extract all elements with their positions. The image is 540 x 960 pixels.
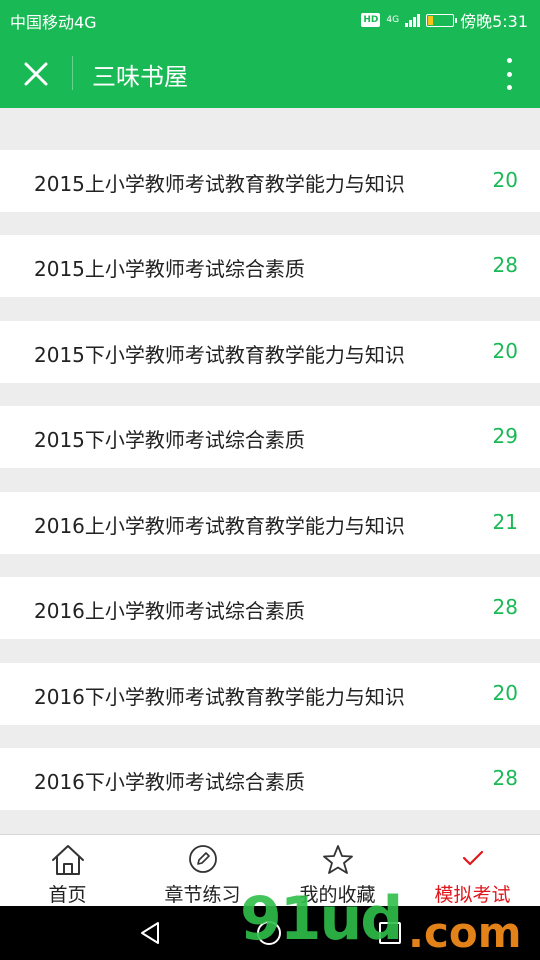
tab-label: 首页: [48, 884, 87, 906]
exam-name: 2015上小学教师考试综合素质: [34, 257, 305, 281]
question-count: 28: [492, 595, 518, 619]
question-count: 29: [492, 424, 518, 448]
question-count: 28: [492, 253, 518, 277]
more-button[interactable]: [502, 56, 516, 92]
close-button[interactable]: [18, 56, 54, 92]
tab-label: 我的收藏: [299, 884, 376, 906]
header-divider: [72, 56, 73, 90]
exam-name: 2016下小学教师考试综合素质: [34, 770, 305, 794]
exam-name: 2015下小学教师考试教育教学能力与知识: [34, 343, 405, 367]
star-icon: [322, 845, 353, 874]
question-count: 20: [492, 168, 518, 192]
hd-icon: HD: [361, 13, 381, 27]
status-icons: HD 4G 傍晚5:31: [361, 8, 528, 32]
bottom-tab-bar: 首页 章节练习 我的收藏 模拟考试: [0, 834, 540, 906]
battery-icon: [426, 13, 458, 27]
tab-my-favorites[interactable]: 我的收藏: [270, 835, 405, 906]
tab-chapter-practice[interactable]: 章节练习: [135, 835, 270, 906]
exam-name: 2016下小学教师考试教育教学能力与知识: [34, 685, 405, 709]
exam-name: 2016上小学教师考试教育教学能力与知识: [34, 514, 405, 538]
exam-name: 2015上小学教师考试教育教学能力与知识: [34, 172, 405, 196]
list-item[interactable]: 2016下小学教师考试综合素质 28: [0, 748, 540, 810]
exam-name: 2015下小学教师考试综合素质: [34, 428, 305, 452]
question-count: 21: [492, 510, 518, 534]
exam-list: 2015上小学教师考试教育教学能力与知识 20 2015上小学教师考试综合素质 …: [0, 108, 540, 834]
signal-icon: [405, 13, 421, 27]
tab-home[interactable]: 首页: [0, 835, 135, 906]
tab-label: 章节练习: [164, 884, 241, 906]
exam-name: 2016上小学教师考试综合素质: [34, 599, 305, 623]
home-nav-icon[interactable]: [256, 920, 282, 946]
list-item[interactable]: 2015下小学教师考试教育教学能力与知识 20: [0, 321, 540, 383]
clock: 傍晚5:31: [460, 12, 528, 31]
back-icon[interactable]: [138, 920, 162, 946]
app-header: 三味书屋: [0, 38, 540, 108]
list-item[interactable]: 2015上小学教师考试综合素质 28: [0, 235, 540, 297]
question-count: 20: [492, 681, 518, 705]
list-item[interactable]: 2016上小学教师考试综合素质 28: [0, 577, 540, 639]
tab-mock-exam[interactable]: 模拟考试: [405, 835, 540, 906]
list-item[interactable]: 2016上小学教师考试教育教学能力与知识 21: [0, 492, 540, 554]
more-vertical-icon: [506, 58, 512, 63]
list-item[interactable]: 2016下小学教师考试教育教学能力与知识 20: [0, 663, 540, 725]
status-bar: 中国移动4G HD 4G 傍晚5:31: [0, 0, 540, 38]
page-title: 三味书屋: [92, 63, 188, 91]
tab-label: 模拟考试: [434, 884, 511, 906]
checkmark-icon: [462, 850, 483, 866]
carrier-label: 中国移动4G: [10, 13, 97, 32]
list-item[interactable]: 2015下小学教师考试综合素质 29: [0, 406, 540, 468]
network-type: 4G: [386, 15, 400, 25]
pencil-icon: [188, 845, 217, 873]
recents-icon[interactable]: [378, 921, 402, 945]
system-nav-bar: [0, 906, 540, 960]
list-item[interactable]: 2015上小学教师考试教育教学能力与知识 20: [0, 150, 540, 212]
home-icon: [51, 845, 84, 875]
question-count: 28: [492, 766, 518, 790]
question-count: 20: [492, 339, 518, 363]
close-icon: [24, 62, 48, 86]
